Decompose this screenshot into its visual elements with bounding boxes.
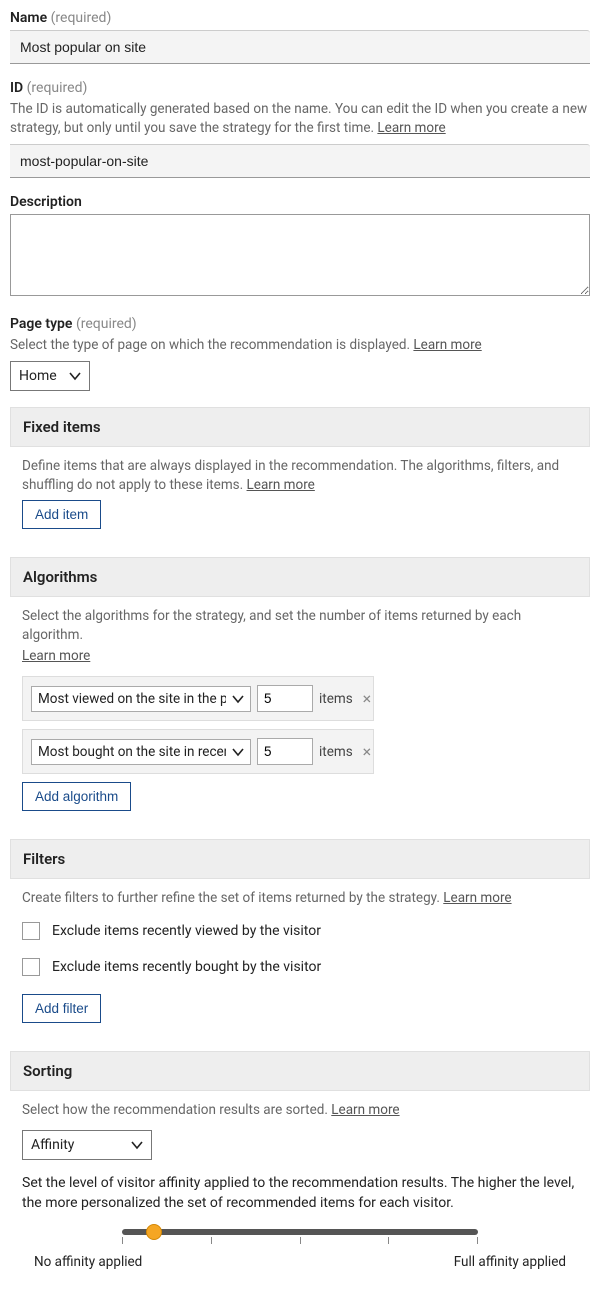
fixed-items-learn-more[interactable]: Learn more (247, 477, 315, 493)
page-type-select[interactable]: Home (10, 361, 90, 391)
description-input[interactable] (10, 214, 590, 296)
filters-header: Filters (10, 839, 590, 879)
sorting-select[interactable]: Affinity (22, 1130, 152, 1160)
name-input[interactable] (10, 30, 590, 64)
add-algorithm-button[interactable]: Add algorithm (22, 782, 131, 811)
affinity-slider-thumb[interactable] (146, 1224, 162, 1240)
algorithm-name-0: Most viewed on the site in the pa (38, 691, 226, 707)
filters-learn-more[interactable]: Learn more (443, 890, 511, 906)
name-required: (required) (51, 10, 112, 26)
items-label: items (319, 691, 353, 707)
name-label: Name (10, 10, 47, 26)
affinity-slider-track[interactable] (122, 1229, 478, 1235)
sorting-help: Select how the recommendation results ar… (22, 1102, 331, 1118)
page-type-value: Home (19, 368, 59, 384)
algorithm-row: Most bought on the site in recent items … (22, 729, 374, 774)
exclude-viewed-checkbox[interactable] (22, 922, 40, 940)
id-help: The ID is automatically generated based … (10, 101, 587, 136)
exclude-bought-checkbox[interactable] (22, 958, 40, 976)
page-type-label: Page type (10, 316, 72, 332)
algorithm-name-1: Most bought on the site in recent (38, 744, 226, 760)
exclude-bought-label: Exclude items recently bought by the vis… (52, 959, 321, 975)
affinity-help: Set the level of visitor affinity applie… (22, 1174, 578, 1213)
algorithms-help: Select the algorithms for the strategy, … (22, 608, 521, 643)
page-type-help: Select the type of page on which the rec… (10, 337, 413, 353)
exclude-viewed-label: Exclude items recently viewed by the vis… (52, 923, 321, 939)
sorting-value: Affinity (31, 1137, 121, 1153)
items-label: items (319, 744, 353, 760)
add-filter-button[interactable]: Add filter (22, 994, 101, 1023)
remove-algorithm-0[interactable]: × (359, 689, 376, 708)
algorithms-learn-more[interactable]: Learn more (22, 648, 90, 664)
affinity-left-label: No affinity applied (34, 1254, 142, 1270)
algorithm-row: Most viewed on the site in the pa items … (22, 676, 374, 721)
chevron-down-icon (232, 746, 244, 758)
algorithm-select-1[interactable]: Most bought on the site in recent (31, 739, 251, 765)
chevron-down-icon (131, 1139, 143, 1151)
id-input[interactable] (10, 144, 590, 178)
add-item-button[interactable]: Add item (22, 500, 101, 529)
algorithm-count-0[interactable] (257, 685, 313, 712)
sorting-learn-more[interactable]: Learn more (331, 1102, 399, 1118)
page-type-learn-more[interactable]: Learn more (413, 337, 481, 353)
algorithm-count-1[interactable] (257, 738, 313, 765)
page-type-required: (required) (76, 316, 137, 332)
affinity-right-label: Full affinity applied (454, 1254, 566, 1270)
algorithms-header: Algorithms (10, 557, 590, 597)
sorting-header: Sorting (10, 1051, 590, 1091)
remove-algorithm-1[interactable]: × (359, 742, 376, 761)
chevron-down-icon (69, 370, 81, 382)
algorithm-select-0[interactable]: Most viewed on the site in the pa (31, 686, 251, 712)
description-label: Description (10, 194, 82, 210)
filters-help: Create filters to further refine the set… (22, 890, 443, 906)
fixed-items-header: Fixed items (10, 407, 590, 447)
chevron-down-icon (232, 693, 244, 705)
slider-ticks (122, 1237, 478, 1244)
id-label: ID (10, 80, 23, 96)
id-required: (required) (27, 80, 88, 96)
id-learn-more[interactable]: Learn more (377, 120, 445, 136)
